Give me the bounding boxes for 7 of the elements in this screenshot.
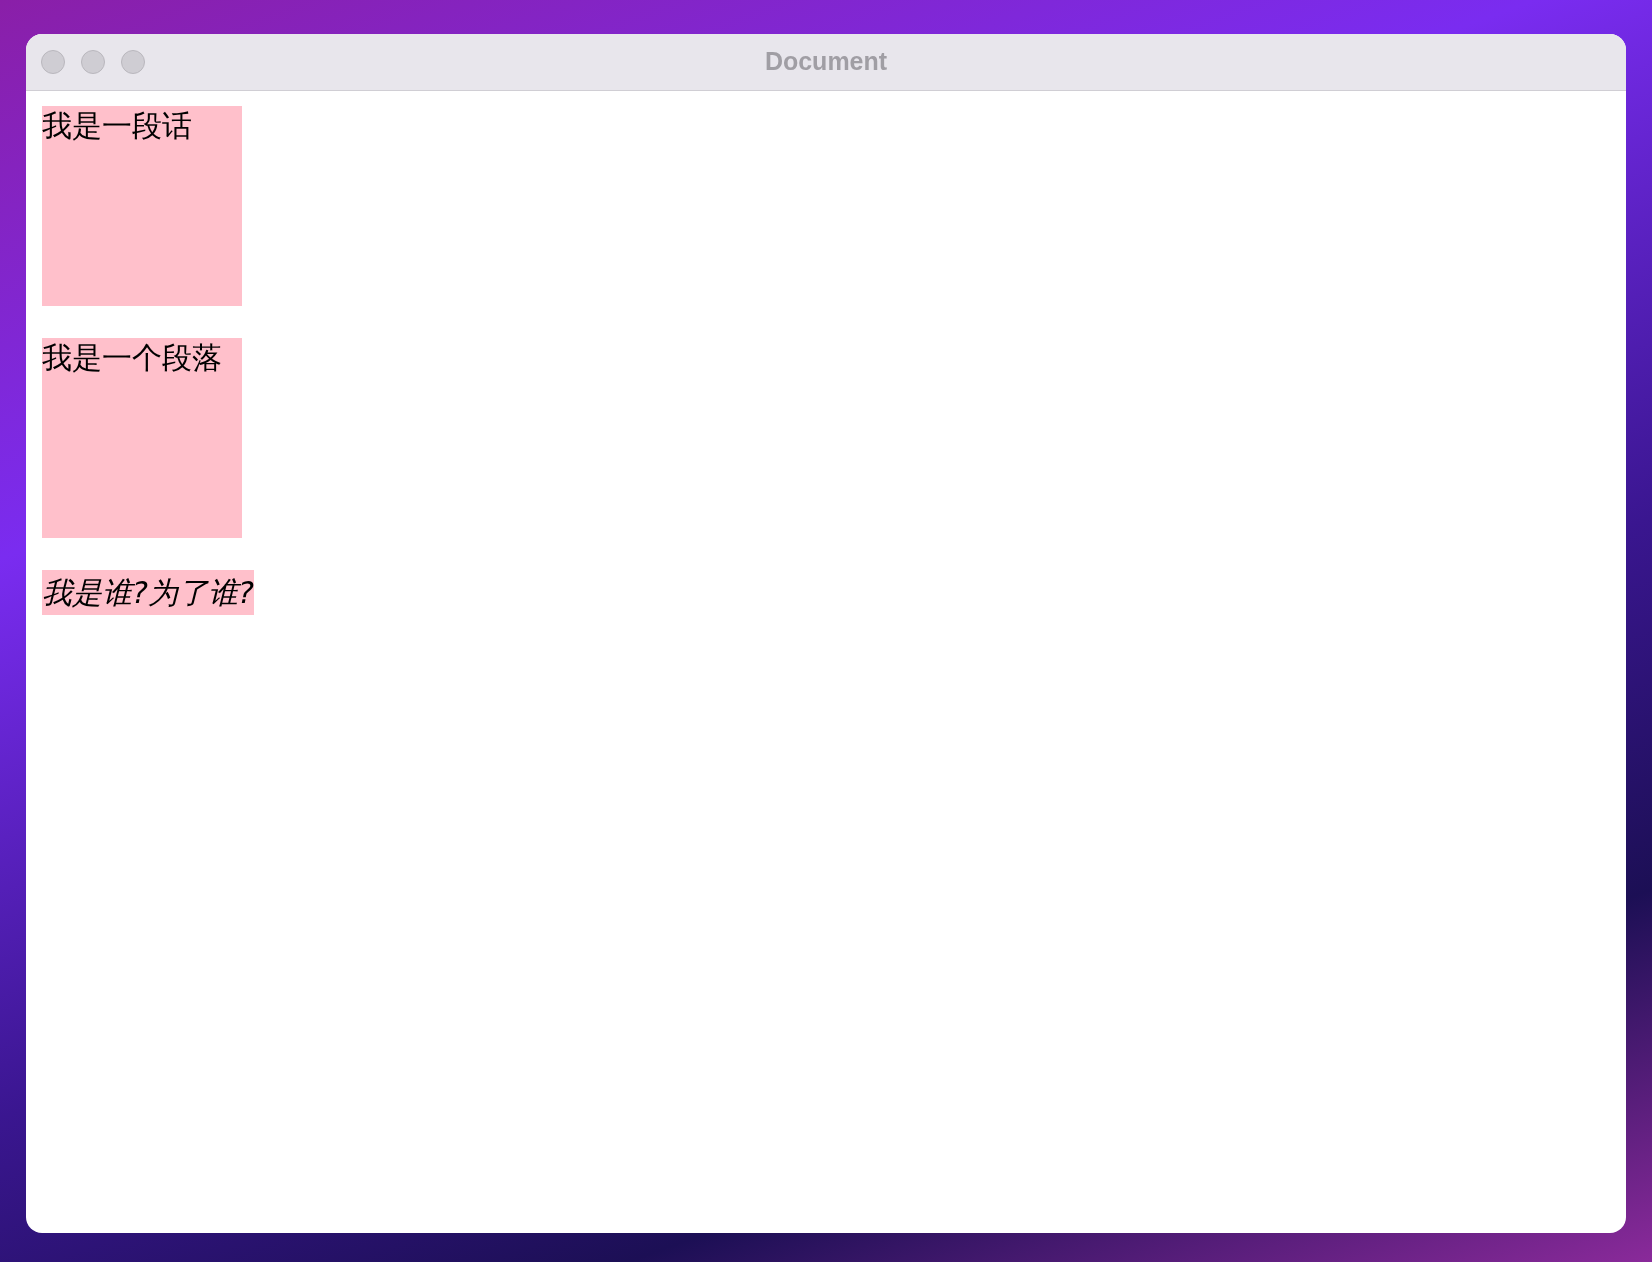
close-icon[interactable] [41, 50, 65, 74]
italic-text: 我是谁?为了谁? [42, 570, 254, 615]
text-block: 我是一段话 [42, 106, 242, 306]
maximize-icon[interactable] [121, 50, 145, 74]
window-title: Document [764, 46, 888, 78]
minimize-icon[interactable] [81, 50, 105, 74]
text-block: 我是一个段落 [42, 338, 242, 538]
